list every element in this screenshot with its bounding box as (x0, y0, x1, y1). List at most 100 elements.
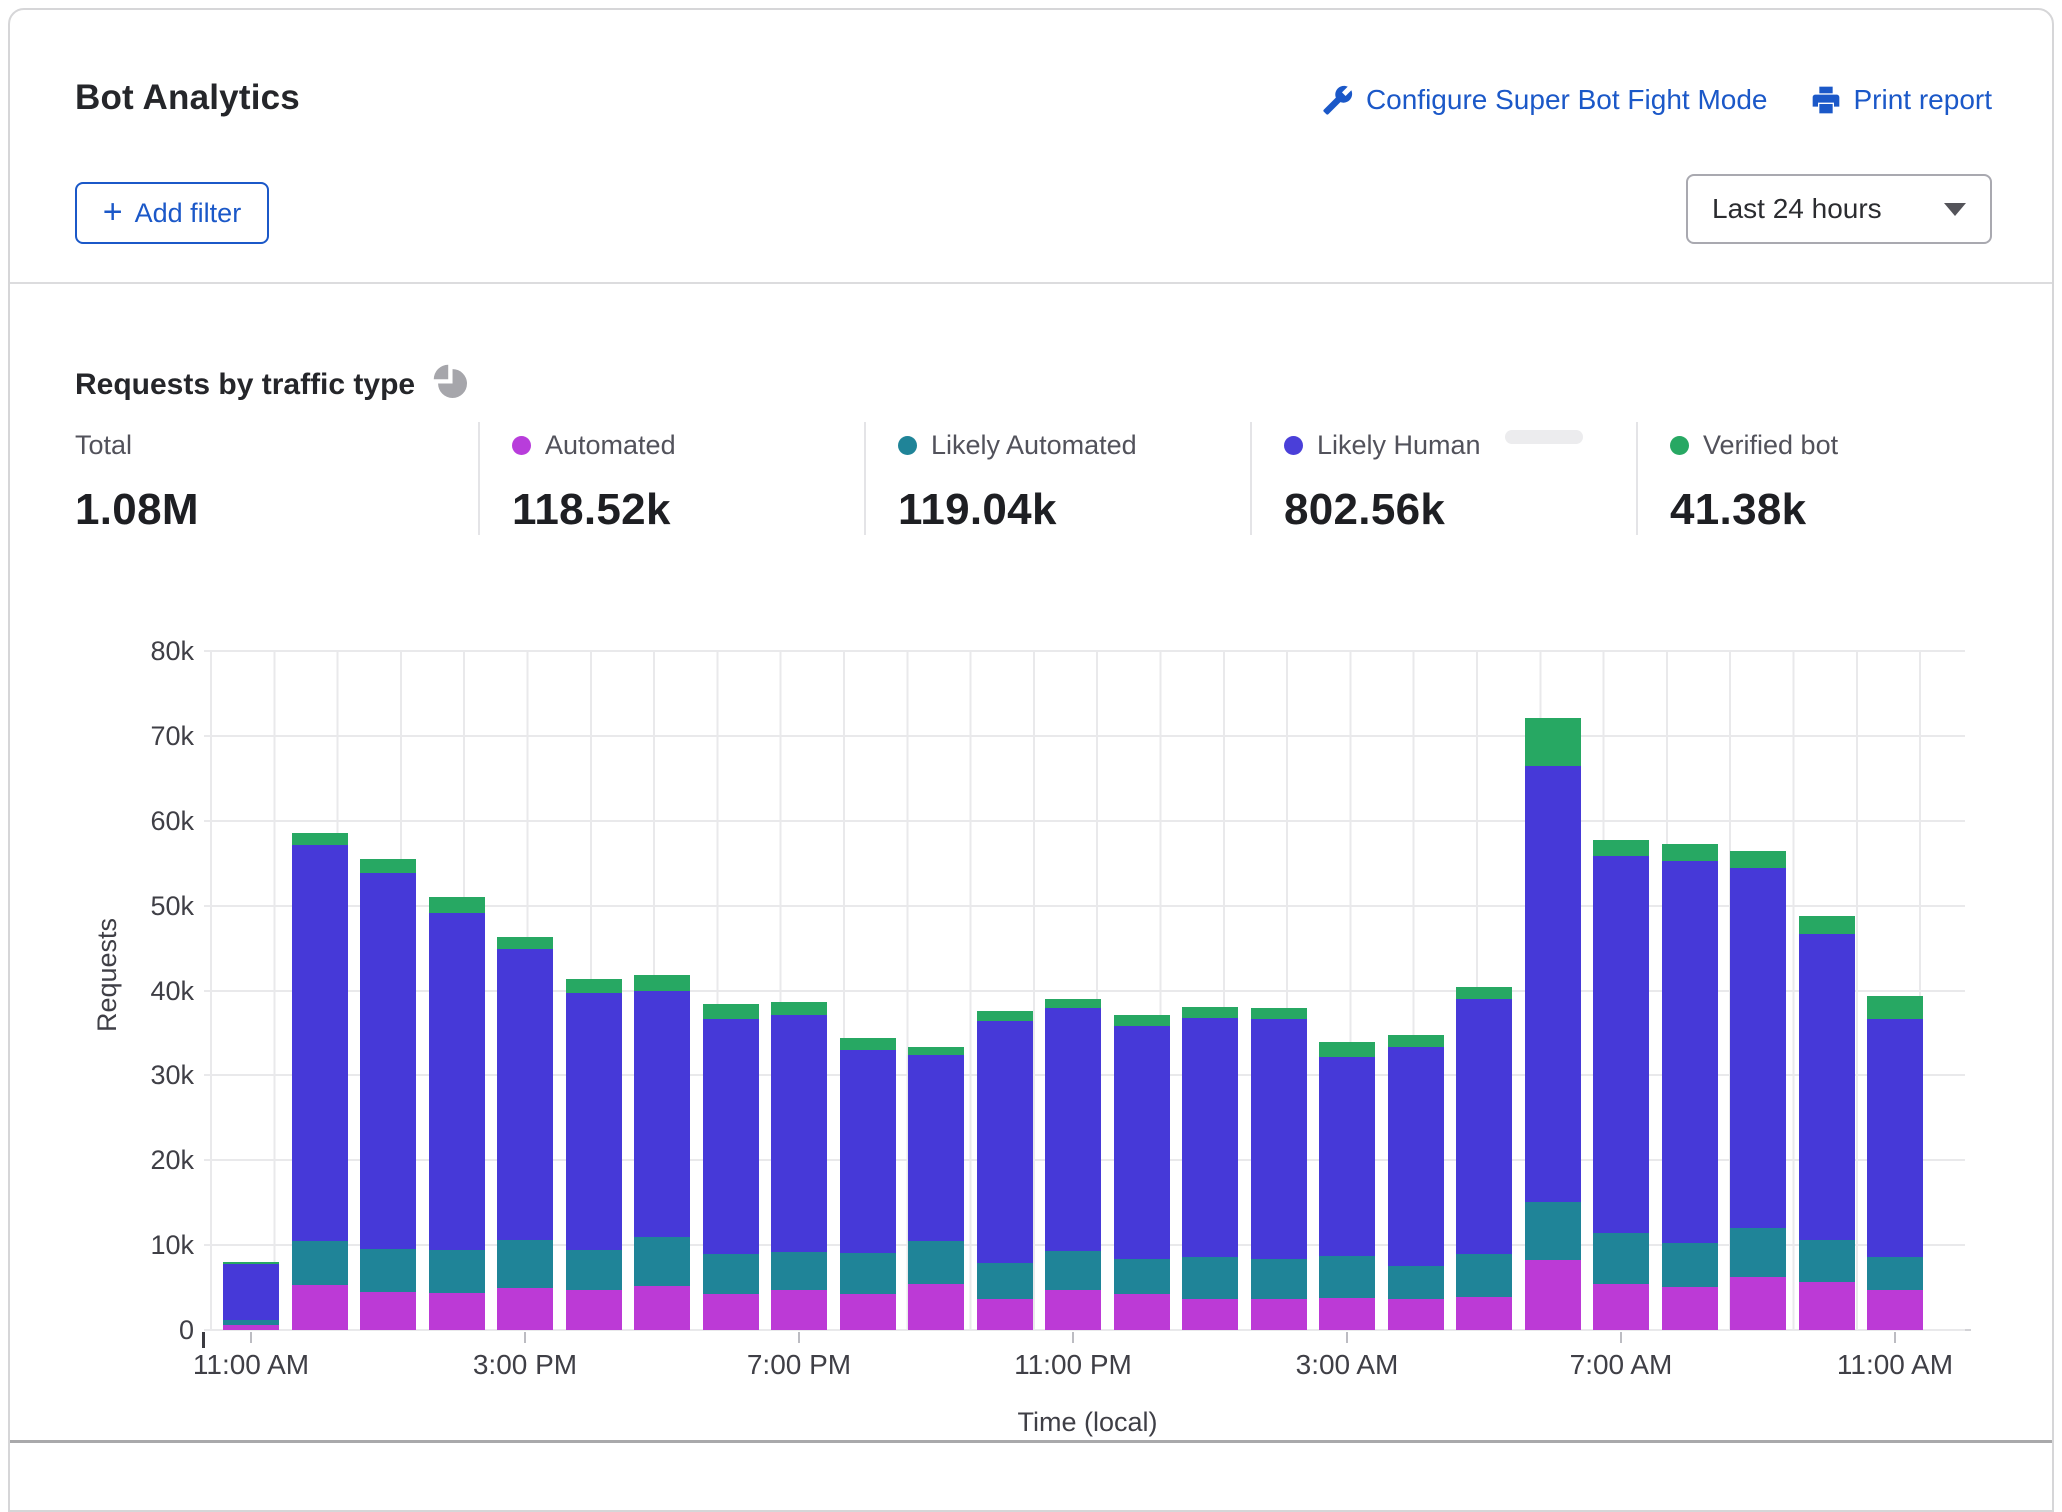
bar-hour-24[interactable] (1867, 996, 1923, 1330)
bar-hour-9[interactable] (840, 1038, 896, 1330)
bar-segment-likely-human[interactable] (429, 913, 485, 1250)
bar-segment-likely-human[interactable] (292, 845, 348, 1241)
bar-segment-verified[interactable] (1182, 1007, 1238, 1017)
bar-segment-automated[interactable] (1114, 1294, 1170, 1330)
bar-segment-automated[interactable] (840, 1294, 896, 1330)
bar-segment-automated[interactable] (1730, 1277, 1786, 1330)
bar-hour-0[interactable] (223, 1262, 279, 1330)
bar-segment-likely-automated[interactable] (1251, 1259, 1307, 1300)
bar-segment-likely-automated[interactable] (1388, 1266, 1444, 1298)
bar-segment-likely-automated[interactable] (1867, 1257, 1923, 1290)
bar-segment-likely-automated[interactable] (1182, 1257, 1238, 1299)
bar-hour-12[interactable] (1045, 999, 1101, 1330)
bar-segment-verified[interactable] (1319, 1042, 1375, 1056)
bar-segment-likely-human[interactable] (703, 1019, 759, 1254)
bar-segment-verified[interactable] (1251, 1008, 1307, 1019)
bar-segment-likely-automated[interactable] (1525, 1202, 1581, 1261)
bar-hour-1[interactable] (292, 833, 348, 1330)
bar-segment-likely-human[interactable] (1182, 1018, 1238, 1257)
bar-segment-automated[interactable] (292, 1285, 348, 1330)
bar-segment-verified[interactable] (908, 1047, 964, 1055)
bar-segment-likely-human[interactable] (1799, 934, 1855, 1240)
bar-segment-verified[interactable] (1045, 999, 1101, 1008)
bar-segment-automated[interactable] (703, 1294, 759, 1330)
bar-segment-verified[interactable] (566, 979, 622, 993)
bar-segment-verified[interactable] (977, 1011, 1033, 1021)
bar-segment-likely-human[interactable] (1456, 999, 1512, 1254)
bar-segment-likely-automated[interactable] (429, 1250, 485, 1292)
stat-automated[interactable]: Automated 118.52k (478, 422, 864, 535)
bar-segment-automated[interactable] (634, 1286, 690, 1330)
bar-segment-likely-human[interactable] (908, 1055, 964, 1241)
time-range-dropdown[interactable]: Last 24 hours (1686, 174, 1992, 244)
bar-hour-14[interactable] (1182, 1007, 1238, 1330)
bar-segment-likely-human[interactable] (1662, 861, 1718, 1242)
bar-segment-likely-automated[interactable] (1456, 1254, 1512, 1297)
bar-segment-likely-human[interactable] (1319, 1057, 1375, 1256)
bar-segment-automated[interactable] (497, 1288, 553, 1330)
bar-segment-likely-automated[interactable] (360, 1249, 416, 1292)
bar-segment-likely-automated[interactable] (1593, 1233, 1649, 1284)
configure-super-bot-fight-mode-link[interactable]: Configure Super Bot Fight Mode (1322, 84, 1768, 116)
bar-segment-likely-automated[interactable] (1662, 1243, 1718, 1287)
bar-segment-automated[interactable] (1045, 1290, 1101, 1330)
bar-segment-verified[interactable] (429, 897, 485, 913)
bar-segment-verified[interactable] (1593, 840, 1649, 856)
bar-segment-likely-human[interactable] (1251, 1019, 1307, 1258)
bar-segment-likely-human[interactable] (840, 1050, 896, 1253)
bar-segment-likely-automated[interactable] (1319, 1256, 1375, 1298)
stat-verified-bot[interactable]: Verified bot 41.38k (1636, 422, 2022, 535)
print-report-link[interactable]: Print report (1810, 84, 1993, 116)
bar-segment-likely-human[interactable] (1730, 868, 1786, 1228)
bar-hour-21[interactable] (1662, 844, 1718, 1330)
bar-segment-automated[interactable] (429, 1293, 485, 1330)
bar-segment-automated[interactable] (1251, 1299, 1307, 1330)
bar-segment-likely-automated[interactable] (1114, 1259, 1170, 1294)
bar-segment-verified[interactable] (703, 1004, 759, 1018)
bar-segment-likely-human[interactable] (566, 993, 622, 1250)
bar-segment-likely-human[interactable] (497, 949, 553, 1240)
bar-segment-automated[interactable] (360, 1292, 416, 1330)
bar-segment-likely-automated[interactable] (908, 1241, 964, 1284)
bar-segment-likely-human[interactable] (1593, 856, 1649, 1233)
bar-segment-verified[interactable] (1662, 844, 1718, 862)
bar-segment-likely-automated[interactable] (634, 1237, 690, 1285)
bar-hour-20[interactable] (1593, 840, 1649, 1330)
bar-segment-likely-human[interactable] (977, 1021, 1033, 1263)
bar-segment-automated[interactable] (1662, 1287, 1718, 1330)
bar-segment-verified[interactable] (1867, 996, 1923, 1019)
bar-segment-likely-human[interactable] (1388, 1047, 1444, 1266)
bar-hour-18[interactable] (1456, 987, 1512, 1330)
bar-segment-automated[interactable] (223, 1325, 279, 1330)
bar-hour-7[interactable] (703, 1004, 759, 1330)
bar-hour-11[interactable] (977, 1011, 1033, 1330)
bar-segment-likely-automated[interactable] (1045, 1251, 1101, 1290)
bar-hour-3[interactable] (429, 897, 485, 1330)
bar-segment-likely-human[interactable] (1045, 1008, 1101, 1251)
bar-segment-automated[interactable] (1388, 1299, 1444, 1330)
bar-segment-likely-automated[interactable] (292, 1241, 348, 1285)
bar-segment-automated[interactable] (566, 1290, 622, 1330)
bar-segment-likely-human[interactable] (771, 1015, 827, 1252)
bar-hour-2[interactable] (360, 859, 416, 1330)
bar-hour-23[interactable] (1799, 916, 1855, 1330)
bar-segment-likely-automated[interactable] (566, 1250, 622, 1290)
bar-segment-likely-automated[interactable] (1799, 1240, 1855, 1282)
bar-hour-4[interactable] (497, 937, 553, 1330)
bar-segment-automated[interactable] (1593, 1284, 1649, 1330)
bar-hour-13[interactable] (1114, 1015, 1170, 1330)
bar-segment-verified[interactable] (840, 1038, 896, 1050)
bar-segment-likely-human[interactable] (634, 991, 690, 1238)
bar-segment-verified[interactable] (1799, 916, 1855, 934)
bar-hour-5[interactable] (566, 979, 622, 1330)
bar-segment-likely-automated[interactable] (497, 1240, 553, 1288)
bar-segment-verified[interactable] (1114, 1015, 1170, 1026)
bar-segment-automated[interactable] (1456, 1297, 1512, 1330)
bar-hour-22[interactable] (1730, 851, 1786, 1330)
bar-hour-17[interactable] (1388, 1035, 1444, 1330)
bar-hour-10[interactable] (908, 1047, 964, 1330)
bar-segment-automated[interactable] (771, 1290, 827, 1330)
stat-likely-automated[interactable]: Likely Automated 119.04k (864, 422, 1250, 535)
bar-hour-19[interactable] (1525, 718, 1581, 1330)
bar-segment-verified[interactable] (771, 1002, 827, 1015)
